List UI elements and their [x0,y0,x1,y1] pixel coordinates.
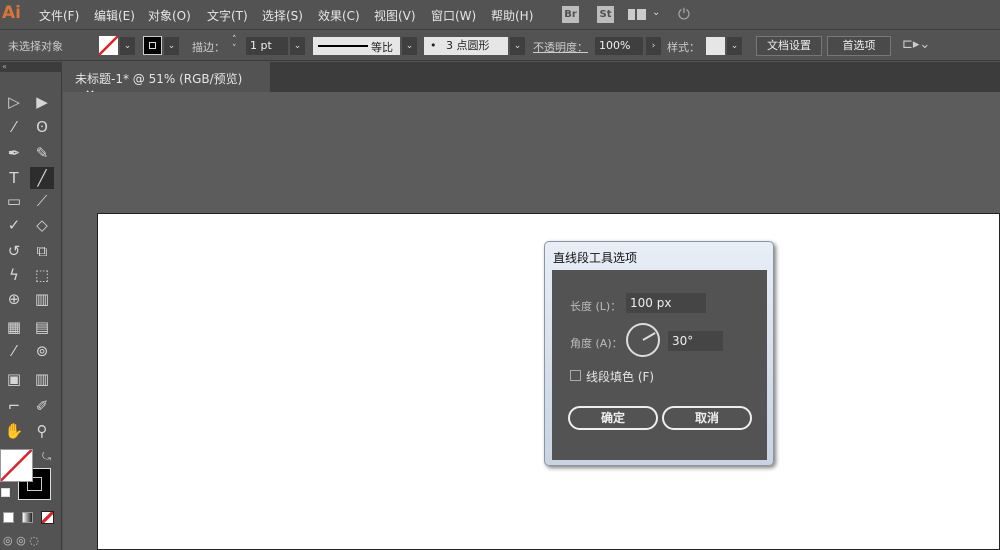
none-mode-button[interactable] [41,511,54,524]
paintbrush-tool[interactable]: ⟋ [30,190,54,212]
style-dropdown[interactable]: ⌄ [727,37,742,55]
control-bar: 未选择对象 ⌄ ⌄ 描边： ˄ ˅ 1 pt ⌄ 等比 ⌄ • 3 点圆形 ⌄ 不… [0,31,1000,61]
fill-line-checkbox[interactable] [570,370,581,381]
chevron-down-icon[interactable]: ⌄ [652,7,660,18]
stroke-swatch[interactable] [143,36,162,55]
line-segment-tool[interactable]: ╱ [30,167,54,189]
warp-tool[interactable]: ϟ [2,264,26,286]
gradient-mode-button[interactable] [22,512,33,523]
stroke-weight-dropdown[interactable]: ⌄ [290,37,305,55]
magic-wand-tool[interactable]: ⁄ [2,116,26,138]
document-tab[interactable]: 未标题-1* @ 51% (RGB/预览) × [65,62,270,101]
brush-definition[interactable]: • 3 点圆形 [424,37,508,55]
shaper-tool[interactable]: ✓ [2,214,26,236]
preferences-button[interactable]: 首选项 [827,36,891,56]
menu-file[interactable]: 文件(F) [39,7,79,24]
style-label: 样式： [667,41,700,54]
eyedropper-tool[interactable]: ⁄ [2,340,26,362]
selection-tool[interactable]: ▷ [2,91,26,113]
swap-colors-icon[interactable]: ⤿ [42,450,51,464]
stroke-label: 描边： [192,41,225,54]
type-tool[interactable]: T [2,167,26,189]
variable-width-profile[interactable]: 等比 [313,37,400,55]
stroke-dropdown[interactable]: ⌄ [164,37,179,55]
stroke-stepper[interactable]: ˄ ˅ [232,36,237,54]
pen-tool[interactable]: ✒ [2,142,26,164]
free-transform-tool[interactable]: ⬚ [30,264,54,286]
artboard-tool[interactable]: ⌐ [2,395,26,417]
curvature-tool[interactable]: ✎ [30,142,54,164]
tab-title: 未标题-1* @ 51% (RGB/预览) [75,72,243,86]
opacity-expand[interactable]: › [646,37,661,55]
slice-tool[interactable]: ✐ [30,395,54,417]
bridge-button[interactable]: Br [562,6,579,23]
scale-tool[interactable]: ⧉ [30,240,54,262]
document-setup-button[interactable]: 文档设置 [756,36,822,56]
brush-dot: • [430,39,437,52]
brush-dropdown[interactable]: ⌄ [510,37,525,55]
gradient-tool[interactable]: ▤ [30,316,54,338]
length-input[interactable]: 100 px [626,293,706,313]
opacity-input[interactable]: 100% [595,37,643,55]
rotate-tool[interactable]: ↺ [2,240,26,262]
dialog-body: 长度 (L)： 100 px 角度 (A)： 30° 线段填色 (F) 确定 取… [552,270,767,460]
symbol-sprayer-tool[interactable]: ▣ [2,368,26,390]
menu-type[interactable]: 文字(T) [207,7,248,24]
line-segment-options-dialog: 直线段工具选项 长度 (L)： 100 px 角度 (A)： 30° 线段填色 … [544,241,774,466]
opacity-label[interactable]: 不透明度： [533,39,588,55]
profile-label: 等比 [371,41,393,54]
menu-object[interactable]: 对象(O) [148,7,191,24]
menu-view[interactable]: 视图(V) [374,7,416,24]
color-mode-button[interactable] [3,512,14,523]
length-label: 长度 (L)： [570,300,622,313]
angle-input[interactable]: 30° [668,331,723,351]
zoom-tool[interactable]: ⚲ [30,420,54,442]
blend-tool[interactable]: ⊚ [30,340,54,362]
fill-swatch[interactable] [99,36,118,55]
app-logo: Ai [2,3,21,23]
sync-icon[interactable]: ⏻ [678,5,690,23]
fill-line-label: 线段填色 (F) [586,370,655,384]
hand-tool[interactable]: ✋ [2,420,26,442]
menu-select[interactable]: 选择(S) [262,7,303,24]
mesh-tool[interactable]: ▦ [2,316,26,338]
angle-dial[interactable] [626,323,660,357]
menu-window[interactable]: 窗口(W) [431,7,476,24]
panel-collapse-icon[interactable]: « [0,62,62,72]
selection-status: 未选择对象 [8,40,63,53]
direct-selection-tool[interactable]: ▶ [30,91,54,113]
align-icon[interactable]: ⊏▸⌄ [902,37,930,52]
menu-bar: Ai 文件(F) 编辑(E) 对象(O) 文字(T) 选择(S) 效果(C) 视… [0,0,1000,30]
menu-effect[interactable]: 效果(C) [318,7,360,24]
lasso-tool[interactable]: ʘ [30,116,54,138]
profile-dropdown[interactable]: ⌄ [402,37,417,55]
brush-label: 3 点圆形 [446,39,490,52]
stroke-weight-input[interactable]: 1 pt [246,37,288,55]
eraser-tool[interactable]: ◇ [30,214,54,236]
default-colors-icon[interactable] [1,488,10,497]
dialog-title: 直线段工具选项 [553,251,638,265]
style-swatch[interactable] [706,37,725,55]
column-graph-tool[interactable]: ▥ [30,368,54,390]
fill-color-swatch[interactable] [0,449,33,482]
rectangle-tool[interactable]: ▭ [2,190,26,212]
fill-dropdown[interactable]: ⌄ [120,37,135,55]
perspective-grid-tool[interactable]: ▥ [30,288,54,310]
ok-button[interactable]: 确定 [568,406,658,430]
menu-help[interactable]: 帮助(H) [491,7,533,24]
stock-button[interactable]: St [597,6,614,23]
menu-edit[interactable]: 编辑(E) [94,7,135,24]
layout-icon[interactable] [628,9,646,20]
angle-label: 角度 (A)： [570,337,623,350]
shape-builder-tool[interactable]: ⊕ [2,288,26,310]
cancel-button[interactable]: 取消 [662,406,752,430]
drawing-mode-icon[interactable]: ◎ ◎ ◌ [3,534,39,547]
